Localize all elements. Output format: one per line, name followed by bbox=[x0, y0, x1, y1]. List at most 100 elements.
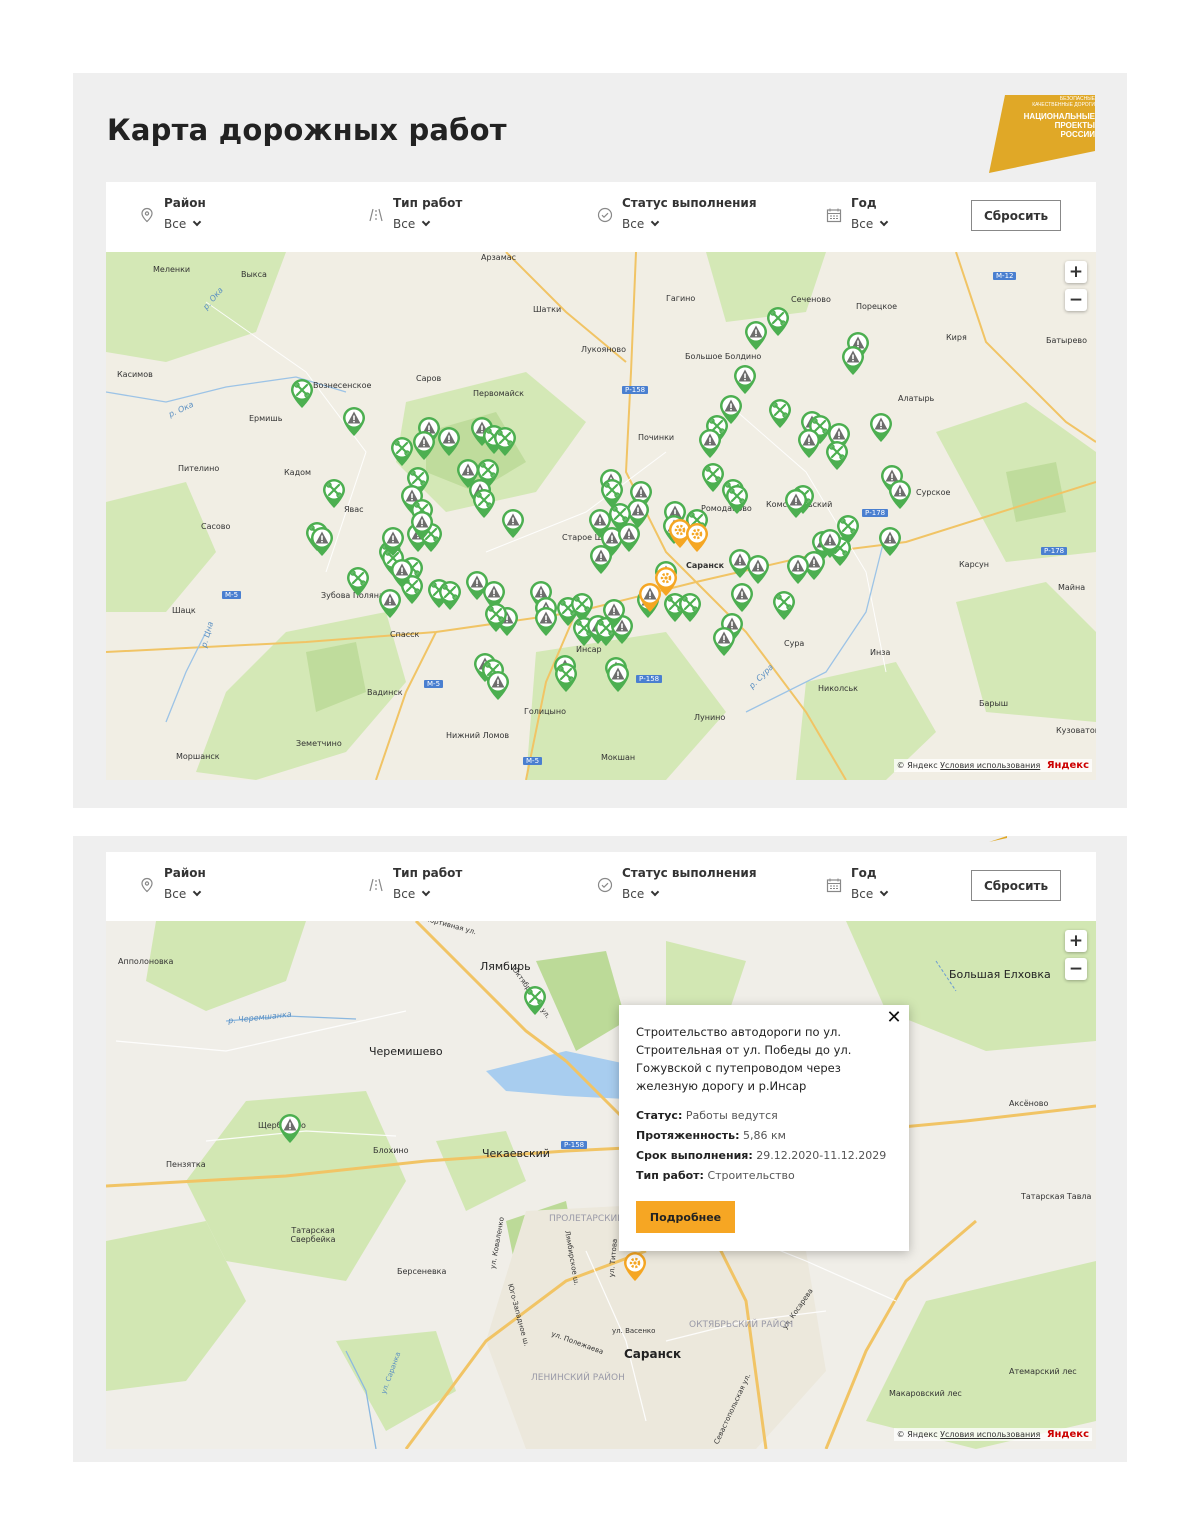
warning-marker[interactable] bbox=[485, 669, 511, 701]
roadwork-marker[interactable] bbox=[289, 377, 315, 409]
road-shield: М-5 bbox=[424, 680, 444, 688]
roadwork-marker[interactable] bbox=[437, 579, 463, 611]
roadwork-marker[interactable] bbox=[553, 661, 579, 693]
roadwork-marker[interactable] bbox=[724, 483, 750, 515]
place-label: Кадом bbox=[284, 468, 312, 477]
place-label: Сурское bbox=[916, 488, 951, 497]
terms-link[interactable]: Условия использования bbox=[940, 1430, 1040, 1439]
place-label: Блохино bbox=[373, 1146, 409, 1155]
year-filter-value[interactable]: Все bbox=[851, 217, 889, 231]
construction-marker[interactable] bbox=[622, 1250, 648, 1282]
chevron-down-icon bbox=[192, 217, 202, 227]
district-filter-value[interactable]: Все bbox=[164, 217, 202, 231]
national-projects-logo: БЕЗОПАСНЫЕ КАЧЕСТВЕННЫЕ ДОРОГИ НАЦИОНАЛЬ… bbox=[987, 93, 1097, 175]
place-label: Нижний Ломов bbox=[446, 731, 510, 740]
warning-marker[interactable] bbox=[783, 487, 809, 519]
roadwork-marker[interactable] bbox=[471, 487, 497, 519]
warning-marker[interactable] bbox=[309, 525, 335, 557]
roadwork-marker[interactable] bbox=[321, 477, 347, 509]
place-label: Черемишево bbox=[369, 1045, 443, 1058]
warning-marker[interactable] bbox=[817, 527, 843, 559]
zoom-out-button[interactable]: − bbox=[1065, 958, 1087, 980]
zoom-in-button[interactable]: + bbox=[1065, 930, 1087, 952]
place-label: Чекаевский bbox=[482, 1147, 550, 1160]
details-button[interactable]: Подробнее bbox=[636, 1201, 735, 1233]
work-type-filter-value[interactable]: Все bbox=[393, 887, 431, 901]
terms-link[interactable]: Условия использования bbox=[940, 761, 1040, 770]
warning-marker[interactable] bbox=[697, 427, 723, 459]
place-label: Киря bbox=[946, 333, 967, 342]
warning-marker[interactable] bbox=[796, 427, 822, 459]
street-label: ул. Васенко bbox=[612, 1327, 656, 1335]
roadwork-marker[interactable] bbox=[483, 601, 509, 633]
place-label: Карсун bbox=[959, 560, 990, 569]
roadwork-marker[interactable] bbox=[492, 425, 518, 457]
warning-marker[interactable] bbox=[277, 1112, 303, 1144]
warning-marker[interactable] bbox=[380, 525, 406, 557]
region-map[interactable]: Меленки Выкса Арзамас Гагино Сеченово По… bbox=[106, 252, 1096, 780]
place-label: Земетчино bbox=[296, 739, 342, 748]
roadwork-marker[interactable] bbox=[522, 984, 548, 1016]
warning-marker[interactable] bbox=[601, 597, 627, 629]
road-shield: Р-158 bbox=[561, 1141, 588, 1149]
warning-marker[interactable] bbox=[533, 605, 559, 637]
place-label: Меленки bbox=[153, 265, 191, 274]
warning-marker[interactable] bbox=[341, 405, 367, 437]
place-label: Кузоватово bbox=[1056, 726, 1096, 735]
place-label: Лямбирь bbox=[480, 960, 531, 973]
district-filter-label: Район bbox=[164, 196, 206, 210]
warning-marker[interactable] bbox=[868, 411, 894, 443]
year-filter-value[interactable]: Все bbox=[851, 887, 889, 901]
place-label: Инза bbox=[870, 648, 891, 657]
warning-marker[interactable] bbox=[500, 507, 526, 539]
warning-marker[interactable] bbox=[389, 557, 415, 589]
year-filter-label: Год bbox=[851, 866, 877, 880]
map-base bbox=[106, 921, 1096, 1449]
roadwork-marker[interactable] bbox=[771, 589, 797, 621]
place-label: Касимов bbox=[117, 370, 153, 379]
warning-marker[interactable] bbox=[840, 344, 866, 376]
warning-marker[interactable] bbox=[409, 509, 435, 541]
warning-marker[interactable] bbox=[729, 581, 755, 613]
warning-marker[interactable] bbox=[411, 429, 437, 461]
year-filter-label: Год bbox=[851, 196, 877, 210]
district-filter-label: Район bbox=[164, 866, 206, 880]
roadwork-marker[interactable] bbox=[767, 397, 793, 429]
roadwork-marker[interactable] bbox=[345, 565, 371, 597]
road-shield: Р-158 bbox=[622, 386, 649, 394]
reset-filters-button[interactable]: Сбросить bbox=[971, 200, 1061, 231]
warning-marker[interactable] bbox=[637, 581, 663, 613]
warning-marker[interactable] bbox=[588, 543, 614, 575]
filter-bar: Район Все Тип работ Все Статус выполнени… bbox=[106, 182, 1096, 252]
location-pin-icon bbox=[141, 877, 153, 893]
work-type-filter-label: Тип работ bbox=[393, 866, 463, 880]
warning-marker[interactable] bbox=[616, 521, 642, 553]
warning-marker[interactable] bbox=[711, 625, 737, 657]
project-work-type: Тип работ: Строительство bbox=[636, 1169, 795, 1182]
detail-panel: Район Все Тип работ Все Статус выполнени… bbox=[73, 836, 1127, 1462]
place-label: Лунино bbox=[694, 713, 726, 722]
roadwork-marker[interactable] bbox=[824, 439, 850, 471]
warning-marker[interactable] bbox=[887, 478, 913, 510]
warning-marker[interactable] bbox=[785, 553, 811, 585]
warning-marker[interactable] bbox=[732, 363, 758, 395]
zoom-out-button[interactable]: − bbox=[1065, 289, 1087, 311]
place-label: Порецкое bbox=[856, 302, 898, 311]
chevron-down-icon bbox=[421, 217, 431, 227]
warning-marker[interactable] bbox=[743, 319, 769, 351]
warning-marker[interactable] bbox=[605, 661, 631, 693]
work-type-filter-value[interactable]: Все bbox=[393, 217, 431, 231]
warning-marker[interactable] bbox=[436, 425, 462, 457]
status-filter-value[interactable]: Все bbox=[622, 887, 660, 901]
construction-marker[interactable] bbox=[684, 521, 710, 553]
place-label: Гагино bbox=[666, 294, 696, 303]
zoom-in-button[interactable]: + bbox=[1065, 261, 1087, 283]
city-map[interactable]: Апполоновка Лямбирь Черемишево Большая Е… bbox=[106, 921, 1096, 1449]
status-filter-value[interactable]: Все bbox=[622, 217, 660, 231]
place-label: Татарская Тавла bbox=[1021, 1192, 1092, 1201]
warning-marker[interactable] bbox=[377, 587, 403, 619]
warning-marker[interactable] bbox=[877, 525, 903, 557]
district-filter-value[interactable]: Все bbox=[164, 887, 202, 901]
reset-filters-button[interactable]: Сбросить bbox=[971, 870, 1061, 901]
roadwork-marker[interactable] bbox=[677, 591, 703, 623]
